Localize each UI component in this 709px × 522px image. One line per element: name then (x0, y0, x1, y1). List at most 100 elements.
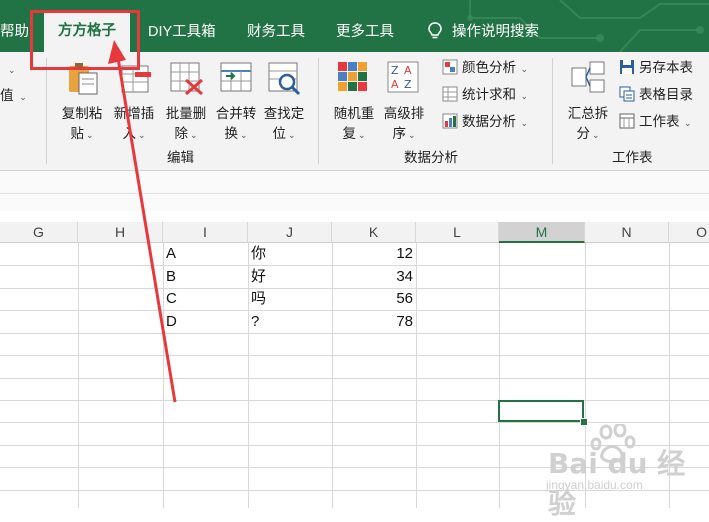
grid-line (499, 243, 500, 508)
grid-line (78, 243, 79, 508)
formula-bar-area[interactable] (0, 171, 709, 211)
random-repeat-label-2: 复 ⌄ (342, 126, 366, 141)
cell-k3[interactable]: 56 (335, 288, 413, 310)
color-analysis-button[interactable]: 颜色分析 ⌄ (442, 58, 528, 80)
group-separator (552, 58, 553, 164)
copy-paste-button[interactable]: 复制粘 贴 ⌄ (56, 58, 108, 144)
column-header-l[interactable]: L (416, 222, 499, 243)
column-header-j[interactable]: J (248, 222, 332, 243)
cell-i2[interactable]: B (166, 266, 246, 288)
tab-more-tools[interactable]: 更多工具 (336, 14, 394, 50)
cell-i4[interactable]: D (166, 311, 246, 333)
merge-convert-label-2: 换 ⌄ (224, 126, 248, 141)
summary-split-label-2: 分 ⌄ (576, 126, 600, 141)
color-analysis-label: 颜色分析 (462, 60, 516, 75)
baidu-watermark: Bai du 经验 jingyan.baidu.com (538, 424, 708, 520)
data-analysis-label: 数据分析 (462, 114, 516, 129)
annotation-highlight-box (30, 10, 140, 70)
random-repeat-icon (338, 62, 367, 91)
svg-text:Z: Z (391, 64, 399, 77)
save-as-sheet-label: 另存本表 (639, 60, 693, 75)
cell-k4[interactable]: 78 (335, 311, 413, 333)
find-locate-button[interactable]: 查找定 位 ⌄ (258, 58, 310, 144)
data-analysis-button[interactable]: 数据分析 ⌄ (442, 112, 528, 134)
random-repeat-label-1: 随机重 (333, 106, 375, 121)
tab-diy-toolbox[interactable]: DIY工具箱 (148, 14, 216, 50)
grid-line (0, 422, 709, 423)
copy-paste-label-2: 贴 ⌄ (70, 126, 94, 141)
stat-sum-button[interactable]: 统计求和 ⌄ (442, 85, 528, 107)
cell-j1[interactable]: 你 (251, 243, 331, 265)
left-partial-label: 值 (0, 88, 14, 103)
tell-me-search[interactable]: 操作说明搜索 (428, 14, 539, 50)
find-locate-label-2: 位 ⌄ (272, 126, 296, 141)
grid-line (332, 243, 333, 508)
column-header-i[interactable]: I (163, 222, 248, 243)
edit-group-label: 编辑 (167, 150, 194, 165)
left-partial-caret[interactable]: ⌄ (6, 60, 16, 82)
cell-i1[interactable]: A (166, 243, 246, 265)
grid-line (0, 400, 709, 401)
find-locate-icon (268, 62, 301, 96)
advanced-sort-label-2: 序 ⌄ (392, 126, 416, 141)
batch-delete-button[interactable]: 批量删 除 ⌄ (160, 58, 212, 144)
lightbulb-icon (428, 22, 442, 39)
new-insert-button[interactable]: 新增插 入 ⌄ (108, 58, 160, 144)
grid-line (0, 378, 709, 379)
cell-j2[interactable]: 好 (251, 266, 331, 288)
cell-k2[interactable]: 34 (335, 266, 413, 288)
column-header-o[interactable]: O (669, 222, 709, 243)
cell-j3[interactable]: 吗 (251, 288, 331, 310)
grid-line (0, 333, 709, 334)
cell-k1[interactable]: 12 (335, 243, 413, 265)
color-analysis-icon (442, 59, 458, 75)
batch-delete-label-1: 批量删 (165, 106, 207, 121)
sheet-directory-button[interactable]: 表格目录 (619, 85, 693, 107)
column-header-k[interactable]: K (332, 222, 416, 243)
advanced-sort-icon: Z A A Z (387, 61, 419, 93)
column-header-h[interactable]: H (78, 222, 163, 243)
cell-i3[interactable]: C (166, 288, 246, 310)
column-header-n[interactable]: N (585, 222, 669, 243)
save-as-sheet-button[interactable]: 另存本表 (619, 58, 693, 80)
new-insert-label-1: 新增插 (113, 106, 155, 121)
tab-finance-tools[interactable]: 财务工具 (247, 14, 305, 50)
column-header-m[interactable]: M (499, 222, 585, 243)
summary-split-button[interactable]: 汇总拆 分 ⌄ (562, 58, 614, 144)
merge-convert-icon (220, 62, 252, 92)
advanced-sort-button[interactable]: Z A A Z 高级排 序 ⌄ (378, 58, 430, 144)
left-partial-item[interactable]: 值 ⌄ (0, 86, 27, 108)
tab-help[interactable]: 帮助 (0, 14, 29, 50)
grid-line (248, 243, 249, 508)
random-repeat-button[interactable]: 随机重 复 ⌄ (328, 58, 380, 144)
worksheet-group-label: 工作表 (612, 150, 653, 165)
data-analysis-group-label: 数据分析 (404, 150, 458, 165)
summary-split-label-1: 汇总拆 (567, 106, 609, 121)
selected-cell[interactable] (498, 400, 584, 422)
worksheet-button[interactable]: 工作表 ⌄ (619, 112, 692, 134)
stat-sum-label: 统计求和 (462, 87, 516, 102)
find-locate-label-1: 查找定 (263, 106, 305, 121)
summary-split-icon (571, 61, 605, 93)
grid-line (416, 243, 417, 508)
tell-me-label: 操作说明搜索 (452, 24, 539, 40)
grid-line (0, 355, 709, 356)
svg-text:A: A (391, 78, 399, 91)
stat-sum-icon (442, 86, 458, 102)
column-header-g[interactable]: G (0, 222, 78, 243)
svg-text:A: A (404, 64, 412, 77)
advanced-sort-label-1: 高级排 (383, 106, 425, 121)
cell-j4[interactable]: ? (251, 311, 331, 333)
fill-handle[interactable] (580, 418, 588, 426)
grid-line (163, 243, 164, 508)
batch-delete-label-2: 除 ⌄ (174, 126, 198, 141)
formula-bar-divider (0, 193, 709, 194)
copy-paste-label-1: 复制粘 (61, 106, 103, 121)
sheet-directory-icon (619, 86, 635, 102)
save-as-sheet-icon (620, 60, 634, 74)
worksheet-label: 工作表 (639, 114, 680, 129)
group-separator (46, 58, 47, 164)
worksheet-icon (619, 113, 635, 129)
merge-convert-button[interactable]: 合并转 换 ⌄ (210, 58, 262, 144)
svg-text:Z: Z (404, 78, 412, 91)
